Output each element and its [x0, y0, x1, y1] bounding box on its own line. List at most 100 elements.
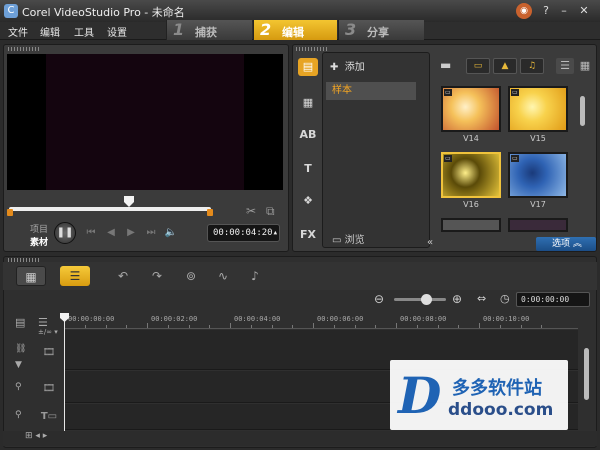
- video-badge-icon: ▭: [511, 89, 519, 96]
- media-thumbnail[interactable]: ▭: [508, 86, 568, 132]
- tab-share[interactable]: 3 分享: [338, 20, 424, 40]
- record-capture-icon[interactable]: ⊚: [176, 266, 206, 286]
- category-filter-icon[interactable]: FX: [298, 226, 318, 244]
- tab-edit[interactable]: 2 编辑: [253, 20, 337, 40]
- list-view-icon[interactable]: ☰: [556, 58, 574, 74]
- ruler-tick: [105, 325, 107, 328]
- redo-icon[interactable]: ↷: [142, 266, 172, 286]
- ruler-tick: [375, 325, 377, 328]
- show-photo-button[interactable]: ▲: [493, 58, 517, 74]
- timeline-timecode[interactable]: 0:00:00:00: [516, 292, 590, 307]
- options-button[interactable]: 选项 ︽: [536, 237, 596, 251]
- tab-capture[interactable]: 1 捕获: [166, 20, 252, 40]
- timeline-toolbar: [3, 262, 597, 290]
- ruler-tick: [479, 323, 480, 328]
- timeline-playhead[interactable]: [64, 313, 65, 431]
- media-thumbnail[interactable]: ▭: [508, 152, 568, 198]
- storyboard-view-button[interactable]: ▦: [16, 266, 46, 286]
- volume-icon[interactable]: 🔈: [164, 226, 178, 240]
- minimize-button[interactable]: –: [556, 3, 572, 19]
- fit-to-window-icon[interactable]: ⇔: [477, 292, 486, 305]
- menu-edit[interactable]: 编辑: [40, 24, 60, 39]
- close-button[interactable]: ✕: [576, 3, 592, 19]
- category-media-icon[interactable]: ▤: [298, 58, 318, 76]
- show-video-button[interactable]: ▭: [466, 58, 490, 74]
- category-instant-project-icon[interactable]: ▦: [298, 94, 318, 112]
- undo-icon[interactable]: ↶: [108, 266, 138, 286]
- next-frame-icon[interactable]: ▶: [124, 226, 138, 240]
- previous-frame-icon[interactable]: ◀: [104, 226, 118, 240]
- thumbnail-label: V14: [463, 134, 479, 143]
- mode-project-label[interactable]: 项目: [30, 222, 48, 235]
- track-manager-icon[interactable]: ▤: [15, 316, 25, 329]
- zoom-out-icon[interactable]: ⊖: [374, 292, 384, 306]
- thumbnail-view-icon[interactable]: ▦: [576, 58, 594, 74]
- watermark-title: 多多软件站: [452, 378, 542, 399]
- mode-clip-label[interactable]: 素材: [30, 235, 48, 248]
- scrub-bar[interactable]: [9, 207, 211, 211]
- dropdown-icon[interactable]: ▼: [15, 360, 22, 370]
- ruler-label: 00:00:04:00: [234, 315, 281, 323]
- show-audio-button[interactable]: ♫: [520, 58, 544, 74]
- panel-grip[interactable]: [8, 47, 40, 51]
- overlay-track-icon[interactable]: 🎞: [36, 378, 62, 400]
- ruler-label: 00:00:00:00: [68, 315, 115, 323]
- zoom-slider[interactable]: [394, 298, 446, 301]
- go-end-icon[interactable]: ⏭: [144, 226, 158, 240]
- zoom-slider-knob[interactable]: [421, 294, 432, 305]
- preview-window: [7, 54, 283, 190]
- category-transition-icon[interactable]: AB: [298, 126, 318, 144]
- collapse-library-icon[interactable]: «: [427, 237, 439, 251]
- ruler-tick: [541, 325, 543, 328]
- video-badge-icon: ▭: [511, 155, 519, 162]
- menu-file[interactable]: 文件: [8, 24, 28, 39]
- zoom-in-icon[interactable]: ⊕: [452, 292, 462, 306]
- pause-button[interactable]: ❚❚: [54, 222, 76, 244]
- help-button[interactable]: ?: [538, 3, 554, 19]
- auto-music-icon[interactable]: ♪: [240, 266, 270, 286]
- title-track-icon[interactable]: T▭: [36, 406, 62, 428]
- folder-item-sample[interactable]: 样本: [326, 82, 416, 100]
- browse-label: 浏览: [344, 235, 365, 246]
- chain-link-icon[interactable]: ⚲: [15, 382, 22, 392]
- status-bar: ⊞ ◂ ▸: [3, 431, 597, 446]
- ruler-tick: [458, 325, 460, 328]
- options-label: 选项: [552, 239, 571, 249]
- media-thumbnail[interactable]: [508, 218, 568, 232]
- panel-grip[interactable]: [296, 47, 328, 51]
- step-number: 3: [345, 20, 357, 39]
- browse-button[interactable]: ▭ 浏览: [332, 231, 365, 246]
- enlarge-preview-icon[interactable]: ⧉: [266, 204, 275, 219]
- trim-start-handle[interactable]: [7, 209, 13, 216]
- ruler-tick: [520, 325, 522, 328]
- step-number: 1: [173, 20, 185, 39]
- category-graphic-icon[interactable]: ❖: [298, 192, 318, 210]
- timeline-scrollbar[interactable]: [584, 348, 589, 400]
- ruler-tick: [188, 325, 190, 328]
- ruler-tick: [396, 323, 397, 328]
- add-track-icon[interactable]: ±/∞ ▾: [38, 328, 58, 336]
- track-tools-icon[interactable]: ⊞ ◂ ▸: [25, 431, 47, 441]
- menu-settings[interactable]: 设置: [107, 24, 127, 39]
- go-start-icon[interactable]: ⏮: [84, 226, 98, 240]
- trim-end-handle[interactable]: [207, 209, 213, 216]
- split-clip-scissors-icon[interactable]: ✂: [246, 204, 256, 218]
- watermark: D 多多软件站 ddooo.com: [390, 360, 568, 430]
- add-folder-button[interactable]: ✚ 添加: [330, 58, 365, 73]
- menu-tools[interactable]: 工具: [74, 24, 94, 39]
- timeline-ruler[interactable]: 00:00:00:00 00:00:02:00 00:00:04:00 00:00:0…: [64, 313, 578, 329]
- sound-mixer-icon[interactable]: ∿: [208, 266, 238, 286]
- folder-icon[interactable]: ▬: [440, 58, 451, 72]
- category-title-icon[interactable]: T: [298, 160, 318, 178]
- app-badge-icon[interactable]: ◉: [516, 3, 532, 19]
- chain-link-icon[interactable]: ⚲: [15, 410, 22, 420]
- player-timecode[interactable]: 00:00:04:20▴: [207, 224, 280, 242]
- ripple-edit-icon[interactable]: ⛓: [15, 344, 26, 354]
- library-scrollbar[interactable]: [580, 96, 585, 126]
- timeline-view-button[interactable]: ☰: [60, 266, 90, 286]
- media-thumbnail[interactable]: [441, 218, 501, 232]
- video-track-icon[interactable]: 🎞: [36, 342, 62, 364]
- step-label: 编辑: [282, 26, 304, 39]
- media-thumbnail[interactable]: ▭: [441, 86, 501, 132]
- media-thumbnail[interactable]: ▭: [441, 152, 501, 198]
